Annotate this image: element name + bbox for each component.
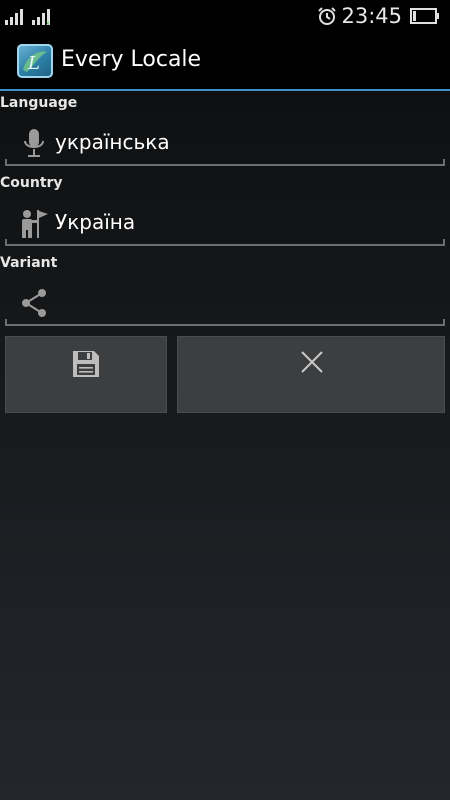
- battery-icon: [410, 8, 439, 24]
- alarm-icon: [318, 7, 337, 25]
- variant-underline: [5, 319, 445, 326]
- share-icon: [22, 289, 46, 317]
- action-bar-divider: [0, 89, 450, 91]
- status-right: 23:45: [317, 4, 440, 28]
- language-label: Language: [0, 95, 78, 111]
- signal-icon: [5, 9, 23, 25]
- cancel-button[interactable]: [177, 336, 445, 413]
- action-bar: L Every Locale: [0, 32, 450, 89]
- language-field[interactable]: українська: [5, 120, 445, 166]
- country-value: Україна: [55, 210, 136, 234]
- variant-label: Variant: [0, 255, 58, 271]
- close-icon: [301, 351, 323, 373]
- variant-field[interactable]: [5, 280, 445, 326]
- country-underline: [5, 239, 445, 246]
- save-button[interactable]: [5, 336, 167, 413]
- svg-text:x: x: [46, 20, 50, 25]
- country-field[interactable]: Україна: [5, 200, 445, 246]
- status-bar: x 23:45: [0, 0, 450, 32]
- microphone-icon: [24, 129, 44, 157]
- app-logo-icon[interactable]: L: [17, 44, 53, 78]
- person-flag-icon: [22, 210, 48, 238]
- app-title: Every Locale: [61, 47, 202, 72]
- floppy-disk-icon: [73, 351, 99, 377]
- status-time: 23:45: [341, 4, 402, 28]
- svg-text:L: L: [27, 53, 40, 74]
- language-value: українська: [55, 130, 170, 154]
- language-underline: [5, 159, 445, 166]
- signal-icon: x: [32, 9, 50, 25]
- country-label: Country: [0, 175, 63, 191]
